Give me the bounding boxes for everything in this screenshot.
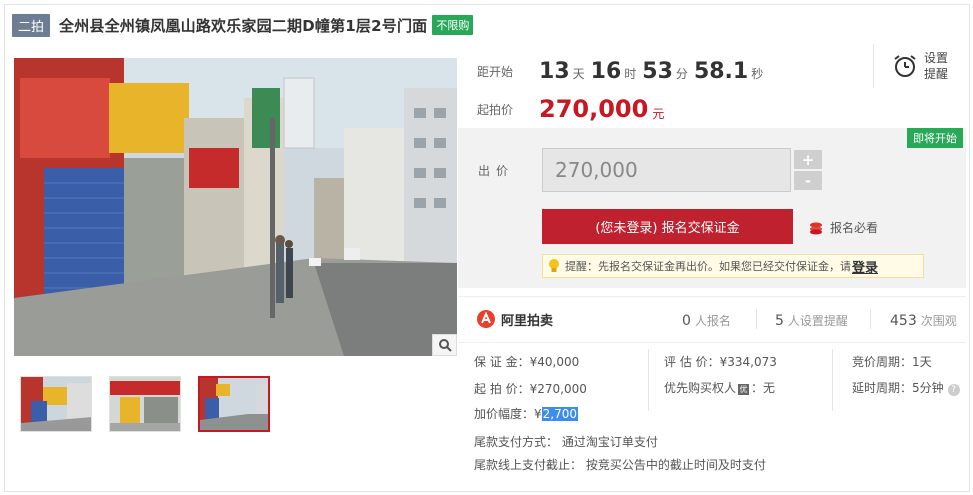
thumbnail-3-selected[interactable] [198,376,270,432]
ali-auction-icon [477,310,495,328]
help-icon[interactable]: ? [947,384,960,396]
alarm-clock-icon [894,55,916,77]
coins-icon [810,222,822,234]
purchase-limit-tag: 不限购 [432,15,474,35]
start-price-field: 起 拍 价：¥270,000 [474,382,587,396]
bid-label: 出价 [478,164,515,178]
lightbulb-icon [549,259,559,272]
final-pay-method: 尾款支付方式： 通过淘宝订单支付 [474,435,658,449]
minutes-unit: 分 [675,66,688,81]
start-price-row: 起拍价 270,000 元 [477,92,664,126]
countdown-days: 13 [539,58,570,84]
signup-deposit-button[interactable]: (您未登录) 报名交保证金 [542,209,793,244]
detail-divider [648,349,649,411]
hours-unit: 时 [624,66,637,81]
login-link[interactable]: 登录 [852,257,878,276]
item-title: 全州县全州镇凤凰山路欢乐家园二期D幢第1层2号门面 [59,16,428,35]
thumbnail-2[interactable] [109,376,181,432]
countdown-minutes: 53 [642,58,673,84]
platform-name: 阿里拍卖 [501,313,554,329]
appraisal-field: 评 估 价：¥334,073 [664,355,777,369]
ali-auction-logo: 阿里拍卖 [476,309,553,329]
countdown-hours: 16 [590,58,622,84]
stats-row: 阿里拍卖 0 人报名 5 人设置提醒 453 次围观 [458,296,966,341]
auction-details: 保 证 金：¥40,000 起 拍 价：¥270,000 加价幅度：¥2,700… [458,342,966,488]
countdown-row: 距开始 13 天 16 时 53 分 58.1 秒 [477,54,769,88]
set-reminder-button[interactable]: 设置 提醒 [873,44,965,88]
magnifier-icon [438,339,452,352]
start-price-label: 起拍价 [477,102,514,117]
priority-badge-icon: 优 [738,384,750,395]
days-unit: 天 [572,66,585,81]
bid-panel: 即将开始 出价 + - (您未登录) 报名交保证金 报名必看 提醒：先报名交保证… [458,128,966,288]
reminder-count: 5 人设置提醒 [775,313,848,329]
countdown-timer: 13 天 16 时 53 分 58.1 秒 [539,59,769,84]
status-badge: 即将开始 [907,128,963,148]
seconds-unit: 秒 [751,66,764,81]
signup-count: 0 人报名 [682,313,731,329]
round-badge: 二拍 [12,13,51,37]
stats-divider [870,309,871,329]
increment-field: 加价幅度：¥2,700 [474,407,579,421]
view-count: 453 次围观 [890,313,957,329]
start-price-unit: 元 [652,106,665,121]
item-header: 二拍 全州县全州镇凤凰山路欢乐家园二期D幢第1层2号门面 不限购 [12,12,474,38]
increment-value: 2,700 [541,407,579,421]
must-read-link[interactable]: 报名必看 [808,219,878,236]
priority-field: 优先购买权人优：无 [664,381,776,395]
increase-bid-button[interactable]: + [794,150,822,169]
countdown-seconds: 58.1 [693,58,749,84]
main-photo[interactable] [14,58,457,356]
start-price-value: 270,000 [539,95,649,123]
final-pay-deadline: 尾款线上支付截止： 按竞买公告中的截止时间及时支付 [474,458,766,472]
decrease-bid-button[interactable]: - [794,171,822,190]
thumbnail-1[interactable] [20,376,92,432]
bid-cycle-field: 竞价周期：1天 [852,355,932,369]
login-tip: 提醒：先报名交保证金再出价。如果您已经交付保证金，请 登录 [542,254,924,278]
reminder-label: 设置 提醒 [924,51,949,81]
bid-amount-input[interactable] [542,148,791,192]
street-storefront-image [14,58,457,356]
delay-cycle-field: 延时周期：5分钟? [852,379,960,396]
tip-text: 提醒：先报名交保证金再出价。如果您已经交付保证金，请 [565,260,851,273]
deposit-field: 保 证 金：¥40,000 [474,355,580,369]
stats-divider [756,309,757,329]
thumbnail-strip [20,376,287,432]
must-read-label: 报名必看 [830,221,879,235]
detail-divider [832,349,833,411]
zoom-button[interactable] [432,334,457,356]
countdown-label: 距开始 [477,64,514,79]
